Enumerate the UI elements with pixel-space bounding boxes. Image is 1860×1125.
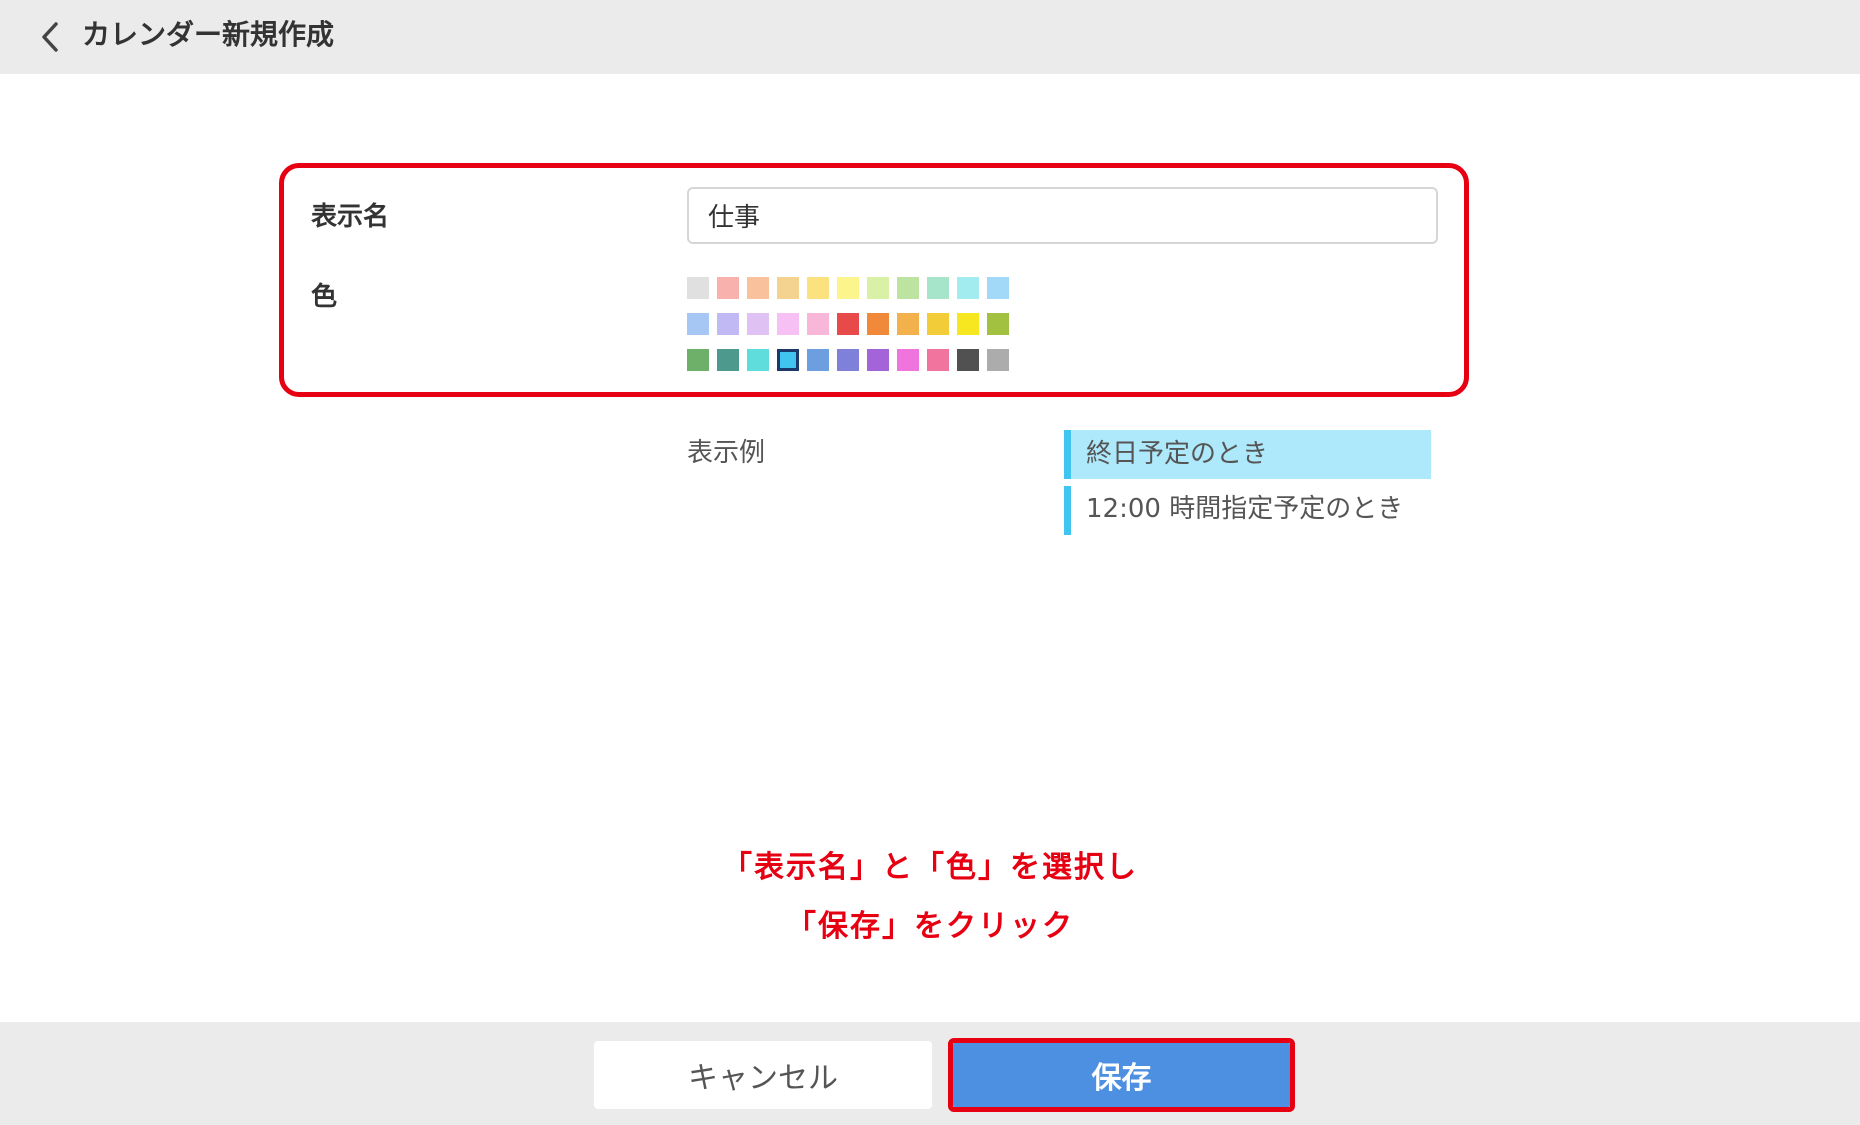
color-swatch-2[interactable] bbox=[717, 277, 739, 299]
color-swatch-15[interactable] bbox=[777, 313, 799, 335]
color-swatch-7[interactable] bbox=[867, 277, 889, 299]
color-swatch-26[interactable] bbox=[777, 349, 799, 371]
instruction-line-2: 「保存」をクリック bbox=[786, 909, 1074, 944]
color-palette bbox=[687, 277, 1017, 371]
color-swatch-11[interactable] bbox=[987, 277, 1009, 299]
color-swatch-25[interactable] bbox=[747, 349, 769, 371]
color-swatch-21[interactable] bbox=[957, 313, 979, 335]
color-swatch-33[interactable] bbox=[987, 349, 1009, 371]
color-swatch-17[interactable] bbox=[837, 313, 859, 335]
display-name-input[interactable] bbox=[687, 187, 1438, 244]
color-swatch-4[interactable] bbox=[777, 277, 799, 299]
color-swatch-31[interactable] bbox=[927, 349, 949, 371]
color-swatch-9[interactable] bbox=[927, 277, 949, 299]
color-swatch-29[interactable] bbox=[867, 349, 889, 371]
color-swatch-1[interactable] bbox=[687, 277, 709, 299]
cancel-button[interactable]: キャンセル bbox=[594, 1041, 932, 1109]
color-swatch-16[interactable] bbox=[807, 313, 829, 335]
color-swatch-13[interactable] bbox=[717, 313, 739, 335]
header-bar: カレンダー新規作成 bbox=[0, 0, 1860, 74]
color-swatch-5[interactable] bbox=[807, 277, 829, 299]
chevron-left-icon bbox=[42, 22, 58, 52]
color-swatch-3[interactable] bbox=[747, 277, 769, 299]
color-swatch-24[interactable] bbox=[717, 349, 739, 371]
color-swatch-22[interactable] bbox=[987, 313, 1009, 335]
save-button[interactable]: 保存 bbox=[953, 1043, 1290, 1107]
back-button[interactable] bbox=[30, 17, 70, 57]
color-swatch-27[interactable] bbox=[807, 349, 829, 371]
color-swatch-19[interactable] bbox=[897, 313, 919, 335]
color-swatch-32[interactable] bbox=[957, 349, 979, 371]
preview-label: 表示例 bbox=[687, 438, 766, 468]
preview-timed-event: 12:00 時間指定予定のとき bbox=[1064, 486, 1431, 535]
color-swatch-8[interactable] bbox=[897, 277, 919, 299]
color-swatch-10[interactable] bbox=[957, 277, 979, 299]
color-swatch-12[interactable] bbox=[687, 313, 709, 335]
display-name-label: 表示名 bbox=[311, 202, 390, 232]
color-swatch-20[interactable] bbox=[927, 313, 949, 335]
color-swatch-23[interactable] bbox=[687, 349, 709, 371]
color-label: 色 bbox=[311, 282, 338, 312]
color-swatch-6[interactable] bbox=[837, 277, 859, 299]
color-swatch-18[interactable] bbox=[867, 313, 889, 335]
color-swatch-14[interactable] bbox=[747, 313, 769, 335]
color-swatch-30[interactable] bbox=[897, 349, 919, 371]
preview-allday-event: 終日予定のとき bbox=[1064, 430, 1431, 479]
instruction-line-1: 「表示名」と「色」を選択し bbox=[722, 850, 1138, 885]
page-title: カレンダー新規作成 bbox=[82, 18, 335, 51]
color-swatch-28[interactable] bbox=[837, 349, 859, 371]
